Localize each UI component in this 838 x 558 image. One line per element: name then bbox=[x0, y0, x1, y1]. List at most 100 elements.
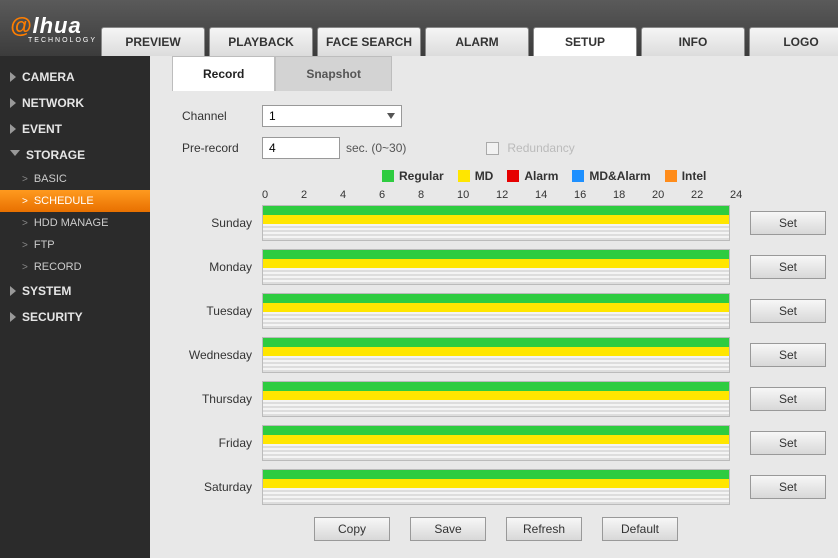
set-button-monday[interactable]: Set bbox=[750, 255, 826, 279]
top-tab-setup[interactable]: SETUP bbox=[533, 27, 637, 56]
top-tab-info[interactable]: INFO bbox=[641, 27, 745, 56]
square-icon bbox=[665, 170, 677, 182]
chevron-icon bbox=[10, 124, 16, 134]
set-button-saturday[interactable]: Set bbox=[750, 475, 826, 499]
hour-tick: 14 bbox=[535, 189, 574, 201]
redundancy-checkbox[interactable] bbox=[486, 142, 499, 155]
inner-tab-record[interactable]: Record bbox=[172, 56, 275, 91]
sidebar-sub-label: SCHEDULE bbox=[34, 195, 94, 207]
top-tab-preview[interactable]: PREVIEW bbox=[101, 27, 205, 56]
day-row-saturday: Saturday Set bbox=[182, 465, 828, 509]
sidebar-sub-label: RECORD bbox=[34, 261, 82, 273]
schedule-grid: 024681012141618202224 SundaySetMondaySet… bbox=[182, 189, 828, 541]
top-tab-alarm[interactable]: ALARM bbox=[425, 27, 529, 56]
hour-tick: 22 bbox=[691, 189, 730, 201]
sidebar-item-label: SECURITY bbox=[22, 310, 83, 324]
legend: Regular MD Alarm MD&Alarm Intel bbox=[382, 169, 828, 183]
schedule-bar[interactable] bbox=[262, 381, 730, 417]
sidebar-sub-basic[interactable]: >BASIC bbox=[0, 168, 150, 190]
day-rows: SundaySetMondaySetTuesdaySetWednesdaySet… bbox=[182, 201, 828, 509]
sidebar-sub-record[interactable]: > RECORD bbox=[0, 256, 150, 278]
set-button-friday[interactable]: Set bbox=[750, 431, 826, 455]
sidebar-sub-label: HDD MANAGE bbox=[34, 217, 109, 229]
sidebar: CAMERA NETWORK EVENT STORAGE >BASIC > SCHEDULE… bbox=[0, 56, 150, 558]
schedule-bar[interactable] bbox=[262, 293, 730, 329]
sidebar-sub-ftp[interactable]: >FTP bbox=[0, 234, 150, 256]
chevron-icon bbox=[10, 98, 16, 108]
hour-tick: 10 bbox=[457, 189, 496, 201]
brand-text: @lhuaTECHNOLOGY bbox=[10, 13, 97, 44]
day-row-monday: Monday Set bbox=[182, 245, 828, 289]
inner-tabs: RecordSnapshot bbox=[172, 56, 838, 91]
square-icon bbox=[382, 170, 394, 182]
schedule-panel: Channel 1 Pre-record sec. (0~30) Redunda… bbox=[172, 91, 838, 545]
prerecord-row: Pre-record sec. (0~30) Redundancy bbox=[182, 137, 828, 159]
top-tab-face-search[interactable]: FACE SEARCH bbox=[317, 27, 421, 56]
top-tab-playback[interactable]: PLAYBACK bbox=[209, 27, 313, 56]
day-row-friday: FridaySet bbox=[182, 421, 828, 465]
hour-tick: 16 bbox=[574, 189, 613, 201]
legend-md: MD bbox=[458, 169, 494, 183]
square-icon bbox=[572, 170, 584, 182]
top-nav-tabs: PREVIEWPLAYBACKFACE SEARCHALARMSETUPINFO… bbox=[101, 27, 838, 56]
day-row-sunday: Sunday Set bbox=[182, 201, 828, 245]
day-label: Saturday bbox=[182, 480, 262, 494]
schedule-bar[interactable] bbox=[262, 249, 730, 285]
square-icon bbox=[458, 170, 470, 182]
chevron-down-icon bbox=[387, 113, 395, 119]
hours-axis: 024681012141618202224 bbox=[262, 189, 828, 201]
hour-tick: 6 bbox=[379, 189, 418, 201]
sidebar-item-camera[interactable]: CAMERA bbox=[0, 64, 150, 90]
chevron-icon bbox=[10, 286, 16, 296]
refresh-button[interactable]: Refresh bbox=[506, 517, 582, 541]
set-button-tuesday[interactable]: Set bbox=[750, 299, 826, 323]
sidebar-item-label: CAMERA bbox=[22, 70, 75, 84]
inner-tab-snapshot[interactable]: Snapshot bbox=[275, 56, 392, 91]
chevron-icon bbox=[10, 72, 16, 82]
chevron-right-icon: > bbox=[22, 196, 28, 207]
sidebar-sub-schedule[interactable]: > SCHEDULE bbox=[0, 190, 150, 212]
sidebar-item-event[interactable]: EVENT bbox=[0, 116, 150, 142]
hour-tick: 2 bbox=[301, 189, 340, 201]
sidebar-item-label: NETWORK bbox=[22, 96, 84, 110]
hour-tick: 4 bbox=[340, 189, 379, 201]
channel-row: Channel 1 bbox=[182, 105, 828, 127]
default-button[interactable]: Default bbox=[602, 517, 678, 541]
day-label: Sunday bbox=[182, 216, 262, 230]
save-button[interactable]: Save bbox=[410, 517, 486, 541]
prerecord-unit: sec. (0~30) bbox=[346, 141, 406, 155]
sidebar-item-label: SYSTEM bbox=[22, 284, 71, 298]
chevron-right-icon: > bbox=[22, 240, 28, 251]
hour-tick: 18 bbox=[613, 189, 652, 201]
schedule-bar[interactable] bbox=[262, 205, 730, 241]
prerecord-label: Pre-record bbox=[182, 141, 262, 155]
sidebar-item-system[interactable]: SYSTEM bbox=[0, 278, 150, 304]
day-label: Monday bbox=[182, 260, 262, 274]
copy-button[interactable]: Copy bbox=[314, 517, 390, 541]
hour-tick: 0 bbox=[262, 189, 301, 201]
chevron-right-icon: > bbox=[22, 218, 28, 229]
prerecord-input[interactable] bbox=[262, 137, 340, 159]
chevron-icon bbox=[10, 312, 16, 322]
chevron-right-icon: > bbox=[22, 262, 28, 273]
brand-logo: @lhuaTECHNOLOGY bbox=[0, 0, 97, 56]
schedule-bar[interactable] bbox=[262, 469, 730, 505]
legend-intel: Intel bbox=[665, 169, 707, 183]
schedule-bar[interactable] bbox=[262, 425, 730, 461]
day-label: Tuesday bbox=[182, 304, 262, 318]
schedule-bar[interactable] bbox=[262, 337, 730, 373]
sidebar-item-label: STORAGE bbox=[26, 148, 85, 162]
set-button-wednesday[interactable]: Set bbox=[750, 343, 826, 367]
sidebar-sub-hdd-manage[interactable]: > HDD MANAGE bbox=[0, 212, 150, 234]
sidebar-item-storage[interactable]: STORAGE bbox=[0, 142, 150, 168]
set-button-sunday[interactable]: Set bbox=[750, 211, 826, 235]
channel-label: Channel bbox=[182, 109, 262, 123]
sidebar-item-security[interactable]: SECURITY bbox=[0, 304, 150, 330]
day-row-tuesday: Tuesday Set bbox=[182, 289, 828, 333]
legend-regular: Regular bbox=[382, 169, 444, 183]
legend-alarm: Alarm bbox=[507, 169, 558, 183]
sidebar-item-network[interactable]: NETWORK bbox=[0, 90, 150, 116]
channel-select[interactable]: 1 bbox=[262, 105, 402, 127]
set-button-thursday[interactable]: Set bbox=[750, 387, 826, 411]
top-tab-logo[interactable]: LOGO bbox=[749, 27, 838, 56]
